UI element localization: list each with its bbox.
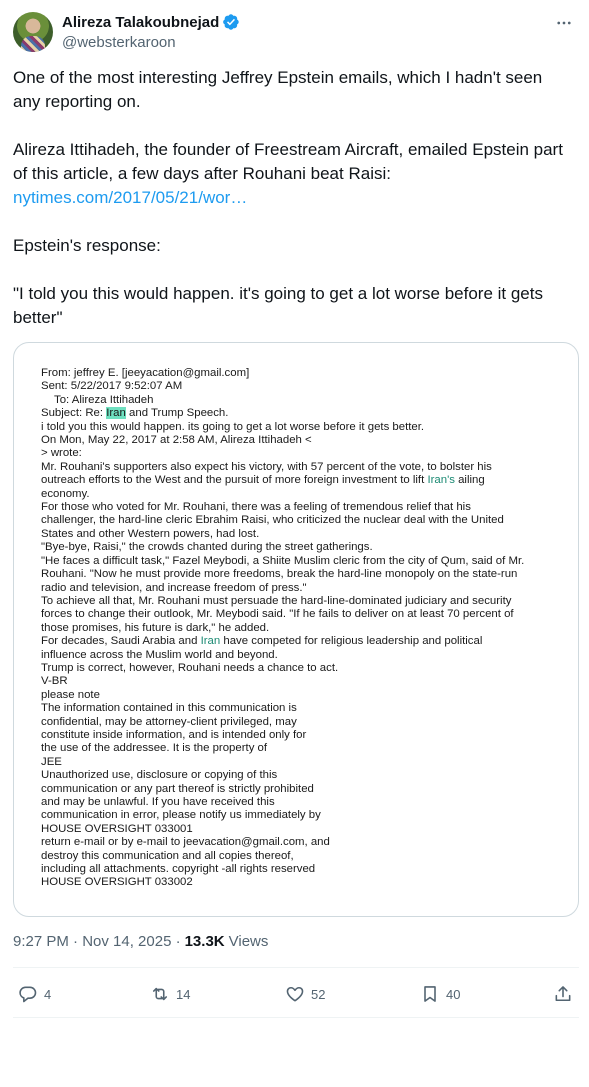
share-icon (555, 986, 571, 1002)
email-document: From: jeffrey E. [jeeyacation@gmail.com]… (41, 367, 561, 890)
email-line: i told you this would happen. its going … (41, 420, 425, 433)
share-button[interactable] (553, 976, 573, 1012)
email-line: influence across the Muslim world and be… (41, 648, 278, 661)
email-to: To: Alireza Ittihadeh (54, 393, 154, 406)
timestamp[interactable]: 9:27 PM · Nov 14, 2025 · (13, 933, 181, 950)
tweet-paragraph: Epstein's response: (13, 236, 161, 255)
reply-icon (19, 986, 37, 1003)
reply-count: 4 (44, 986, 52, 1002)
email-line: the use of the addressee. It is the prop… (41, 742, 268, 755)
email-from: From: jeffrey E. [jeeyacation@gmail.com] (41, 367, 250, 379)
email-line: outreach efforts to the West and the pur… (41, 474, 485, 487)
repost-count: 14 (176, 986, 191, 1002)
email-subject: Subject: Re: Iran and Trump Speech. (41, 407, 229, 420)
author-name-line: Alireza Talakoubnejad (62, 13, 240, 31)
bookmark-count: 40 (446, 986, 461, 1002)
email-line: confidential, may be attorney-client pri… (41, 715, 297, 728)
bookmark-icon (424, 986, 436, 1002)
repost-button[interactable]: 14 (150, 976, 190, 1012)
email-line: those promises, his future is dark," he … (41, 621, 270, 634)
email-line: please note (41, 688, 100, 701)
tweet-meta: 9:27 PM · Nov 14, 2025 · 13.3K Views (13, 933, 268, 950)
like-button[interactable]: 52 (285, 976, 325, 1012)
views-count: 13.3K (184, 933, 225, 950)
email-line: For those who voted for Mr. Rouhani, the… (41, 501, 471, 514)
tweet-paragraph: One of the most interesting Jeffrey Epst… (13, 68, 543, 111)
email-line: communication or any part thereof is str… (41, 782, 314, 795)
avatar[interactable] (13, 12, 53, 52)
tweet-text: One of the most interesting Jeffrey Epst… (13, 66, 573, 330)
email-line: On Mon, May 22, 2017 at 2:58 AM, Alireza… (41, 434, 312, 447)
like-count: 52 (311, 986, 326, 1002)
email-line: including all attachments. copyright -al… (41, 863, 316, 876)
bookmark-button[interactable]: 40 (420, 976, 460, 1012)
divider (13, 967, 579, 968)
email-line: JEE (41, 755, 62, 768)
email-line: communication in error, please notify us… (41, 809, 321, 822)
email-line: "He faces a difficult task," Fazel Meybo… (41, 554, 525, 567)
email-line: destroy this communication and all copie… (41, 849, 294, 862)
email-line: "Bye-bye, Raisi," the crowds chanted dur… (41, 541, 373, 554)
email-line: For decades, Saudi Arabia and Iran have … (41, 635, 483, 648)
email-line: Unauthorized use, disclosure or copying … (41, 769, 278, 782)
email-line: HOUSE OVERSIGHT 033001 (41, 822, 193, 835)
article-link[interactable]: nytimes.com/2017/05/21/wor… (13, 188, 247, 207)
email-line: The information contained in this commun… (41, 702, 297, 715)
tweet-header: Alireza Talakoubnejad @websterkaroon (13, 12, 579, 56)
email-line: Rouhani. "Now he must provide more freed… (41, 568, 518, 581)
email-line: radio and television, and increase freed… (41, 581, 307, 594)
divider (13, 1017, 579, 1018)
email-line: V-BR (41, 675, 68, 688)
more-options-icon[interactable] (553, 12, 575, 34)
repost-icon (152, 987, 168, 1001)
verified-badge-icon (223, 14, 239, 30)
reply-button[interactable]: 4 (18, 976, 51, 1012)
author-display-name[interactable]: Alireza Talakoubnejad (62, 14, 219, 31)
tweet-paragraph: "I told you this would happen. it's goin… (13, 284, 543, 327)
author-handle[interactable]: @websterkaroon (62, 34, 176, 51)
email-line: and may be unlawful. If you have receive… (41, 796, 275, 808)
email-line: States and other Western powers, had los… (41, 527, 260, 540)
email-line: Mr. Rouhani's supporters also expect his… (41, 460, 492, 473)
avatar-shirt (21, 36, 45, 52)
tweet-paragraph: Alireza Ittihadeh, the founder of Freest… (13, 140, 563, 183)
email-line: Trump is correct, however, Rouhani needs… (41, 661, 339, 674)
heart-icon (286, 986, 304, 1002)
email-line: forces to change their outlook, Mr. Meyb… (41, 608, 514, 621)
action-bar: 4 14 52 40 (13, 976, 579, 1012)
email-line: challenger, the hard-line cleric Ebrahim… (41, 514, 504, 527)
email-line: To achieve all that, Mr. Rouhani must pe… (41, 594, 512, 607)
email-line: economy. (41, 487, 90, 500)
email-sent: Sent: 5/22/2017 9:52:07 AM (41, 380, 183, 393)
email-line: return e-mail or by e-mail to jeevacatio… (41, 836, 330, 849)
views-label: Views (228, 933, 269, 950)
email-screenshot-image[interactable]: From: jeffrey E. [jeeyacation@gmail.com]… (13, 342, 579, 917)
email-line: HOUSE OVERSIGHT 033002 (41, 876, 193, 889)
email-line: constitute inside information, and is in… (41, 728, 307, 741)
email-line: > wrote: (41, 447, 82, 460)
